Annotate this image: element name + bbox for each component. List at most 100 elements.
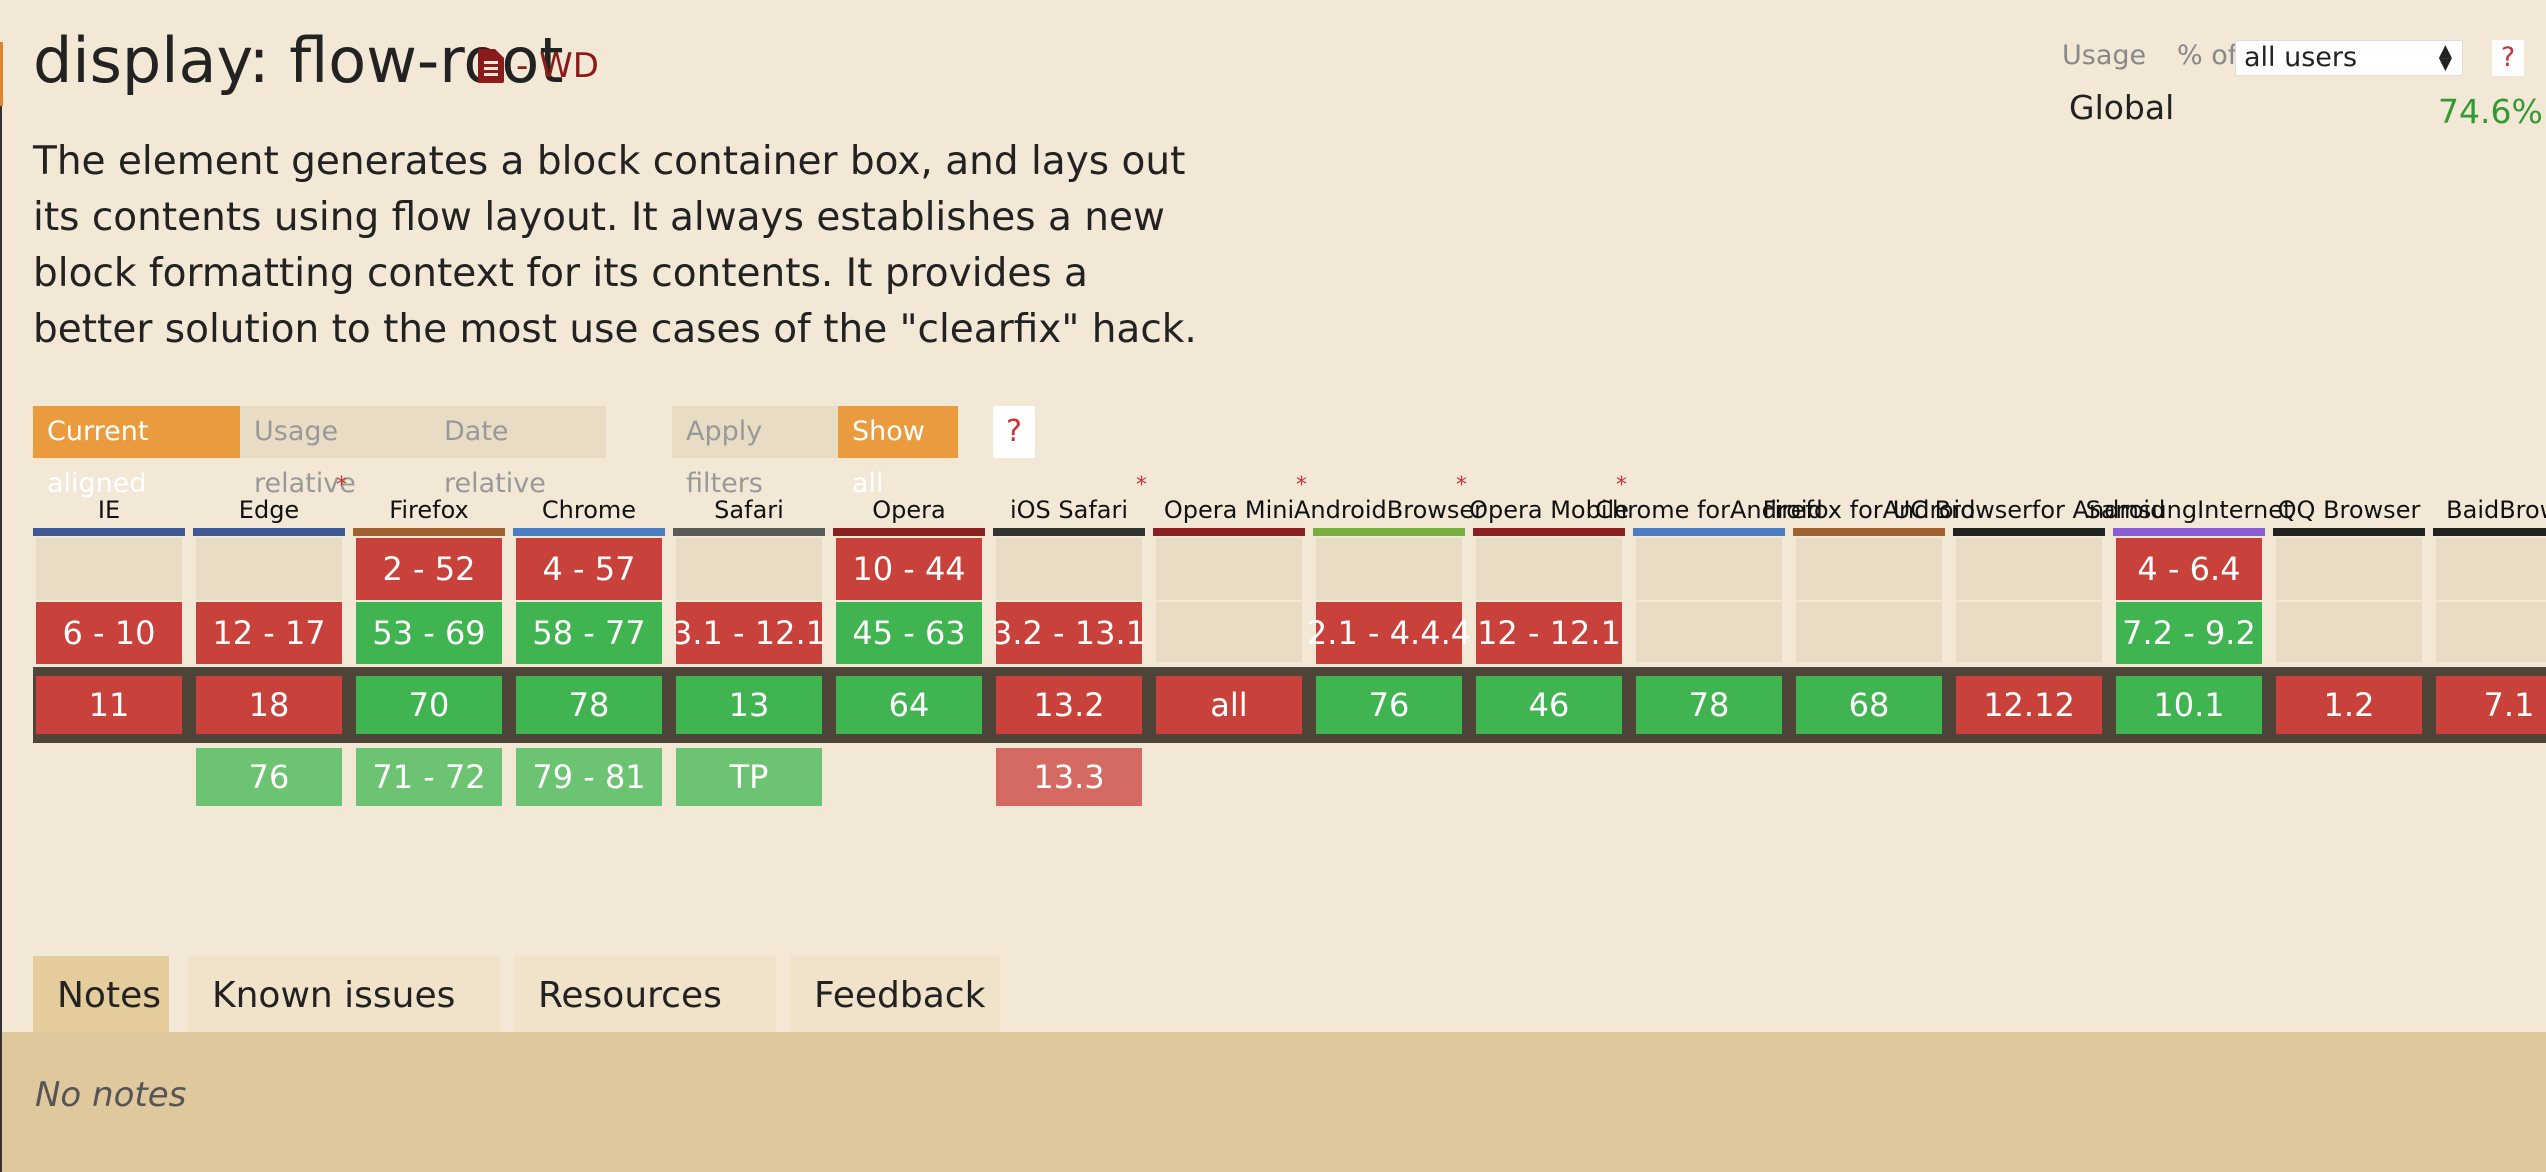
current-aligned-button[interactable]: Current aligned <box>33 406 240 499</box>
support-cell-current[interactable]: 70 <box>356 676 502 734</box>
support-cell-current[interactable]: 13.2 <box>996 676 1142 734</box>
support-cell-current[interactable]: 64 <box>836 676 982 734</box>
support-cell-current[interactable]: 18 <box>196 676 342 734</box>
browser-color-bar <box>1793 528 1945 536</box>
support-cell-current[interactable]: 11 <box>36 676 182 734</box>
support-cell-past[interactable]: 10 - 44 <box>836 538 982 600</box>
notes-panel <box>2 1032 2546 1172</box>
usage-relative-button[interactable]: Usage relative <box>240 406 430 499</box>
support-cell-current[interactable]: 12.12 <box>1956 676 2102 734</box>
browser-header-firefox[interactable]: Firefox <box>353 466 505 530</box>
browser-name: UC Browser <box>1892 496 2032 524</box>
browser-header-baid-brows[interactable]: BaidBrows <box>2433 466 2546 530</box>
document-icon <box>478 49 504 83</box>
user-type-select[interactable]: all users ▲ ▼ <box>2235 40 2463 76</box>
browser-name: Firefox for <box>1762 496 1883 524</box>
support-cell-current[interactable]: all <box>1156 676 1302 734</box>
support-cell-past[interactable]: 4 - 57 <box>516 538 662 600</box>
browser-header-chrome[interactable]: Chrome <box>513 466 665 530</box>
browser-color-bar <box>833 528 985 536</box>
browser-header-ie[interactable]: IE <box>33 466 185 530</box>
browser-header-ios-safari[interactable]: iOS Safari * <box>993 466 1147 530</box>
tab-known-issues[interactable]: Known issues (0) <box>188 956 500 1096</box>
usage-label: Usage <box>2062 40 2147 71</box>
browser-name: Chrome <box>541 496 637 524</box>
support-cell-current[interactable]: 10.1 <box>2116 676 2262 734</box>
support-cell-future[interactable]: 71 - 72 <box>356 748 502 806</box>
left-accent-bar <box>0 42 3 106</box>
support-cell-past[interactable]: 4 - 6.4 <box>2116 538 2262 600</box>
support-cell-past[interactable]: 2.1 - 4.4.4 <box>1307 602 1471 664</box>
percent-of-label: % of <box>2177 40 2238 71</box>
support-cell-current[interactable]: 7.1 <box>2436 676 2546 734</box>
select-arrows-icon: ▲ ▼ <box>2438 41 2452 74</box>
support-cell-past[interactable]: 2 - 52 <box>356 538 502 600</box>
browser-color-bar <box>1953 528 2105 536</box>
browser-name: Firefox <box>389 496 469 524</box>
support-cell-current[interactable]: 78 <box>1636 676 1782 734</box>
support-cell-current[interactable]: 1.2 <box>2276 676 2422 734</box>
note-star-icon: * <box>1616 473 1627 498</box>
support-cell-past[interactable]: 53 - 69 <box>356 602 502 664</box>
browser-header-uc-browser-for-android[interactable]: UC Browser for Android <box>1893 466 2166 530</box>
browser-name: IE <box>97 496 121 524</box>
browser-header-safari[interactable]: Safari <box>673 466 825 530</box>
left-border <box>0 106 2 1172</box>
support-cell-past <box>2436 538 2546 600</box>
support-cell-past[interactable]: 3.1 - 12.1 <box>672 602 826 664</box>
support-cell-current[interactable]: 78 <box>516 676 662 734</box>
tab-feedback[interactable]: Feedback <box>790 956 1000 1034</box>
support-cell-past <box>2436 602 2546 662</box>
browser-header-opera-mini[interactable]: Opera Mini * <box>1153 466 1307 530</box>
support-cell-current[interactable]: 46 <box>1476 676 1622 734</box>
browser-color-bar <box>193 528 345 536</box>
browser-color-bar <box>1473 528 1625 536</box>
apply-filters-button[interactable]: Apply filters <box>672 406 838 499</box>
show-all-button[interactable]: Show all <box>838 406 958 499</box>
support-cell-past[interactable]: 6 - 10 <box>36 602 182 664</box>
tab-notes[interactable]: Notes <box>33 956 169 1034</box>
spec-status-link[interactable]: - WD <box>478 46 599 86</box>
support-cell-future[interactable]: 79 - 81 <box>516 748 662 806</box>
browser-color-bar <box>993 528 1145 536</box>
support-cell-past <box>1316 538 1462 600</box>
support-cell-future[interactable]: 13.3 <box>996 748 1142 806</box>
browser-color-bar <box>673 528 825 536</box>
browser-name: Opera <box>872 496 946 524</box>
support-cell-future[interactable]: 76 <box>196 748 342 806</box>
browser-name: iOS Safari <box>1009 496 1129 524</box>
browser-color-bar <box>2273 528 2425 536</box>
date-relative-button[interactable]: Date relative <box>430 406 606 499</box>
support-cell-past <box>2276 602 2422 662</box>
browser-name: QQ Browser <box>2277 496 2421 524</box>
browser-header-opera[interactable]: Opera <box>833 466 985 530</box>
spec-status-label: - WD <box>516 46 599 86</box>
browser-name: Opera Mini <box>1163 496 1295 524</box>
browser-name: Chrome for <box>1595 496 1730 524</box>
support-cell-current[interactable]: 76 <box>1316 676 1462 734</box>
usage-help-button[interactable]: ? <box>2492 40 2524 76</box>
notes-text: No notes <box>35 1075 187 1115</box>
browser-header-edge[interactable]: Edge * <box>193 466 347 530</box>
tab-resources[interactable]: Resources (8) <box>514 956 776 1096</box>
filters-help-button[interactable]: ? <box>993 406 1035 458</box>
support-cell-past <box>996 538 1142 600</box>
support-cell-past <box>1956 538 2102 600</box>
support-cell-past[interactable]: 45 - 63 <box>836 602 982 664</box>
browser-color-bar <box>1313 528 1465 536</box>
browser-name-line2: Brows <box>2499 496 2546 524</box>
support-cell-past <box>1636 602 1782 662</box>
support-cell-past[interactable]: 3.2 - 13.1 <box>992 602 1146 664</box>
browser-header-android-browser[interactable]: Android Browser * <box>1294 466 1484 530</box>
browser-header-samsung-internet[interactable]: Samsung Internet <box>2086 466 2293 530</box>
support-cell-past[interactable]: 12 - 12.1 <box>1476 602 1622 664</box>
support-cell-future[interactable]: TP <box>676 748 822 806</box>
support-cell-current[interactable]: 13 <box>676 676 822 734</box>
feature-description: The element generates a block container … <box>33 139 1197 352</box>
support-cell-past[interactable]: 12 - 17 <box>196 602 342 664</box>
support-cell-past <box>1636 538 1782 600</box>
support-cell-past[interactable]: 58 - 77 <box>516 602 662 664</box>
browser-header-qq-browser[interactable]: QQ Browser <box>2273 466 2425 530</box>
support-cell-past[interactable]: 7.2 - 9.2 <box>2116 602 2262 664</box>
support-cell-current[interactable]: 68 <box>1796 676 1942 734</box>
